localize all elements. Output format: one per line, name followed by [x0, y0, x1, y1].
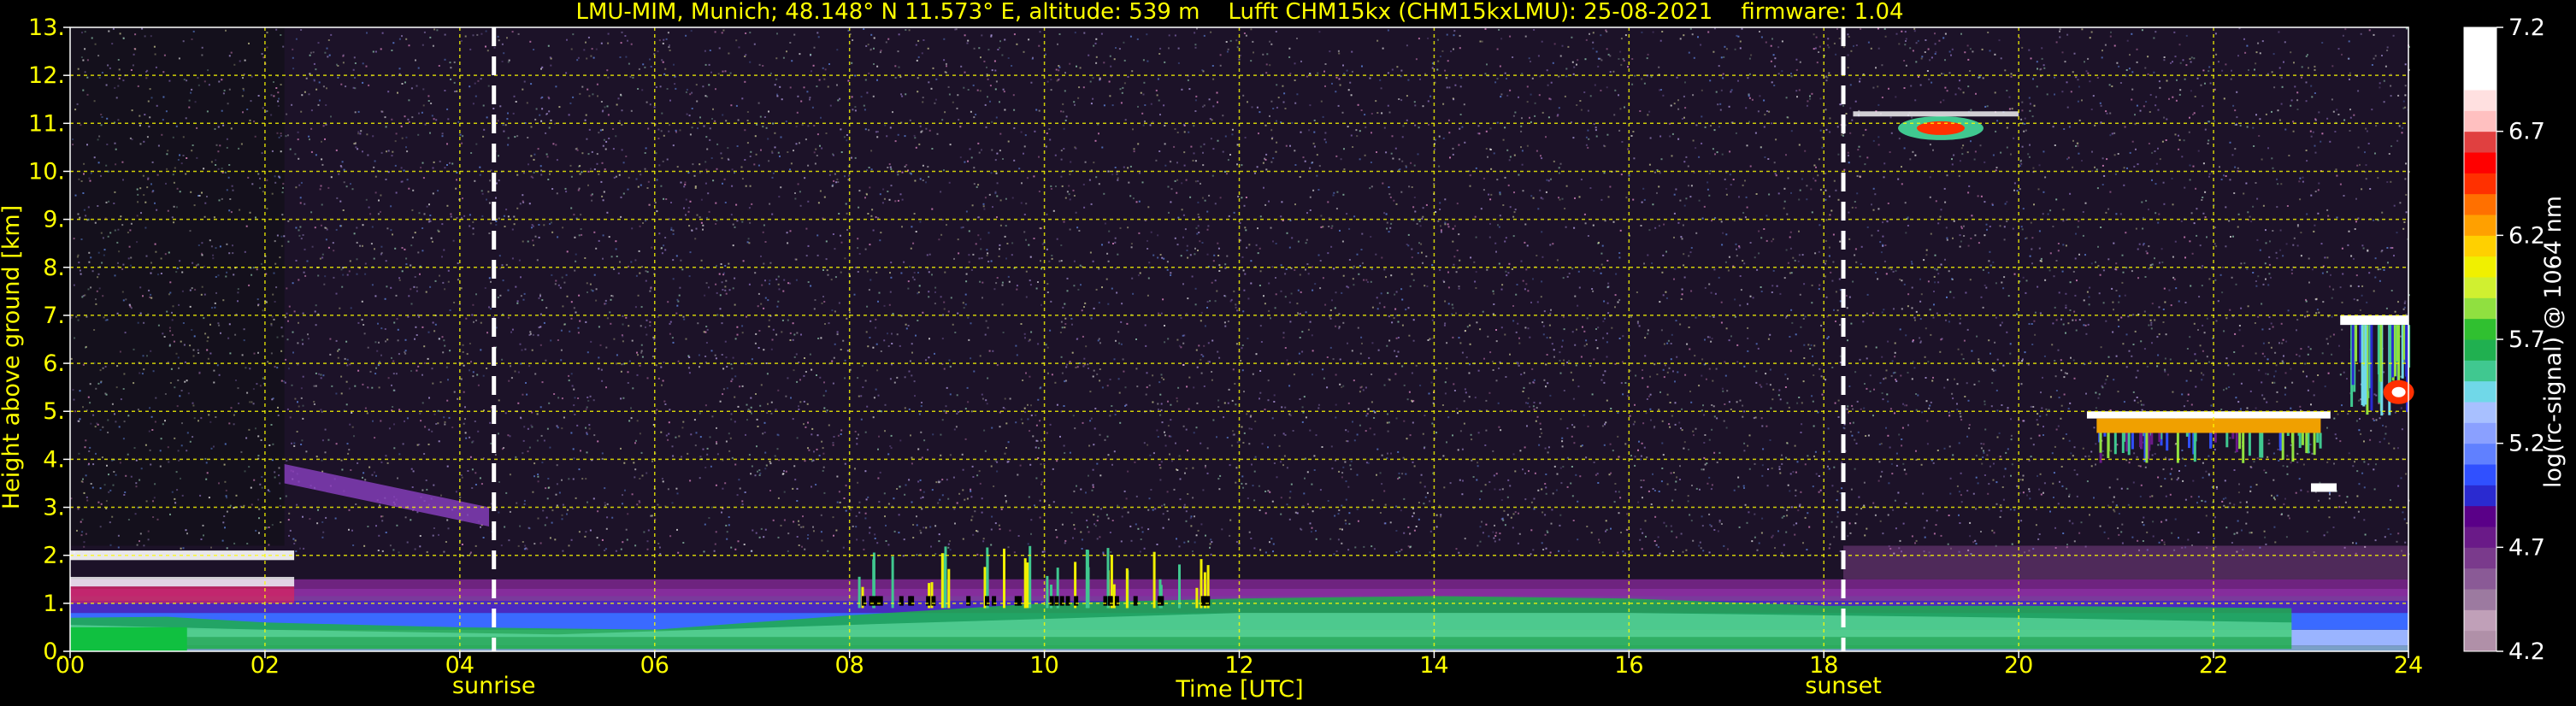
colorbar-swatch [2464, 339, 2496, 361]
colorbar-swatch [2464, 48, 2496, 70]
y-tick-label: 9. [43, 207, 65, 233]
colorbar-swatch [2464, 589, 2496, 610]
nocturnal-layer [70, 627, 187, 651]
colorbar-swatch [2464, 609, 2496, 632]
x-tick-label: 18 [1809, 652, 1838, 679]
colorbar-swatch [2464, 110, 2496, 132]
colorbar-swatch [2464, 90, 2496, 111]
colorbar-swatch [2464, 297, 2496, 320]
colorbar-swatch [2464, 256, 2496, 278]
y-tick-label: 5. [43, 398, 65, 425]
colorbar-swatch [2464, 27, 2496, 49]
colorbar-swatch [2464, 547, 2496, 569]
colorbar-swatch [2464, 68, 2496, 91]
y-axis-label: Height above ground [km] [0, 205, 25, 509]
x-tick-label: 22 [2199, 652, 2228, 679]
y-tick-label: 3. [43, 495, 65, 521]
chart-title: LMU-MIM, Munich; 48.148° N 11.573° E, al… [575, 0, 1903, 25]
plot-area [70, 27, 2414, 651]
colorbar-swatch [2464, 443, 2496, 465]
colorbar-swatch [2464, 235, 2496, 257]
colorbar-swatch [2464, 485, 2496, 507]
y-tick-label: 7. [43, 303, 65, 329]
y-tick-label: 13. [28, 15, 65, 41]
x-tick-label: 14 [1419, 652, 1448, 679]
low-cloud [70, 550, 295, 603]
y-tick-label: 12. [28, 62, 65, 89]
y-tick-label: 4. [43, 446, 65, 473]
x-tick-label: 20 [2004, 652, 2033, 679]
x-tick-label: 02 [251, 652, 280, 679]
y-tick-label: 1. [43, 591, 65, 617]
x-tick-label: 08 [834, 652, 864, 679]
x-tick-label: 12 [1224, 652, 1253, 679]
colorbar-swatch [2464, 193, 2496, 215]
y-tick-label: 8. [43, 255, 65, 281]
evening-layer [1843, 545, 2408, 580]
y-tick-label: 6. [43, 350, 65, 377]
night-region [70, 27, 285, 546]
y-tick-label: 2. [43, 543, 65, 569]
colorbar-label: log(rc-signal) @ 1064 nm [2540, 196, 2567, 488]
y-tick-label: 10. [28, 158, 65, 185]
x-tick-label: 10 [1029, 652, 1058, 679]
colorbar-swatch [2464, 360, 2496, 382]
x-tick-label: 24 [2394, 652, 2423, 679]
colorbar-tick-label: 4.2 [2508, 638, 2545, 665]
y-tick-label: 0. [43, 638, 65, 665]
colorbar-tick-label: 7.2 [2508, 15, 2545, 41]
colorbar-swatch [2464, 568, 2496, 590]
colorbar-swatch [2464, 131, 2496, 153]
x-axis-label: Time [UTC] [1175, 676, 1303, 703]
x-tick-label: 06 [640, 652, 669, 679]
colorbar-swatch [2464, 277, 2496, 298]
colorbar-swatch [2464, 527, 2496, 548]
colorbar-swatch [2464, 152, 2496, 174]
x-tick-label: 04 [445, 652, 475, 679]
colorbar-tick-label: 4.7 [2508, 534, 2545, 561]
colorbar-swatch [2464, 380, 2496, 403]
colorbar-swatch [2464, 173, 2496, 195]
colorbar-swatch [2464, 630, 2496, 652]
x-tick-label: 16 [1614, 652, 1643, 679]
colorbar-swatch [2464, 505, 2496, 527]
ceilometer-chart: sunrise sunset 00 02 04 06 08 10 12 14 16 18 20 22 24… [0, 0, 2576, 706]
colorbar-swatch [2464, 318, 2496, 340]
colorbar-tick-label: 6.7 [2508, 119, 2545, 145]
colorbar-swatch [2464, 464, 2496, 485]
y-tick-label: 11. [28, 110, 65, 137]
colorbar-swatch [2464, 215, 2496, 236]
colorbar-swatch [2464, 402, 2496, 423]
colorbar-swatch [2464, 422, 2496, 444]
